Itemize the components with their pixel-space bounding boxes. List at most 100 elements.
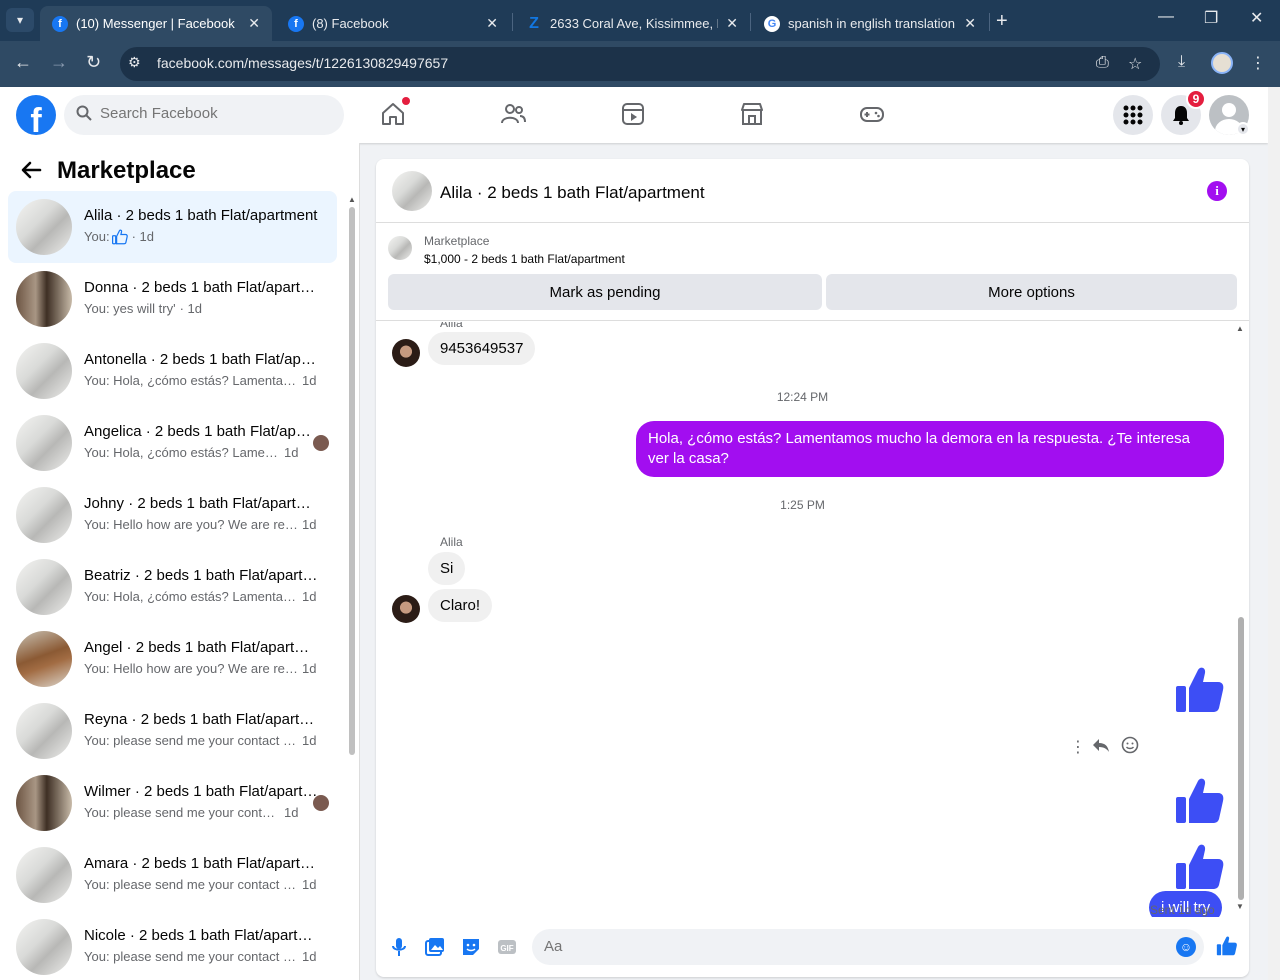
conversation-item[interactable]: Donna · 2 beds 1 bath Flat/apartment You:… bbox=[8, 263, 337, 335]
conversation-item[interactable]: Amara · 2 beds 1 bath Flat/apartment You:… bbox=[8, 839, 337, 911]
search-box[interactable] bbox=[64, 95, 344, 135]
snippet-text: You: yes will try' bbox=[84, 301, 176, 316]
listing-thumbnail bbox=[16, 919, 72, 975]
chevron-down-icon[interactable]: ▾ bbox=[1236, 122, 1250, 136]
listing-thumbnail bbox=[16, 487, 72, 543]
close-tab-icon[interactable]: ✕ bbox=[248, 15, 260, 32]
forward-icon[interactable]: → bbox=[50, 52, 68, 73]
conversation-name: Amara · 2 beds 1 bath Flat/apartment bbox=[84, 855, 319, 872]
message-input[interactable] bbox=[544, 938, 1144, 955]
thread-scrollbar[interactable]: ▲ ▼ bbox=[1234, 322, 1248, 917]
sidebar-scrollbar[interactable]: ▲ bbox=[347, 195, 357, 980]
chat-title[interactable]: Alila · 2 beds 1 bath Flat/apartment bbox=[440, 183, 705, 203]
sender-avatar[interactable] bbox=[392, 339, 420, 367]
thumbs-up-icon[interactable] bbox=[1174, 841, 1226, 893]
conversation-item[interactable]: Alila · 2 beds 1 bath Flat/apartment You:… bbox=[8, 191, 337, 263]
install-app-icon[interactable]: ⎙ bbox=[1096, 54, 1109, 72]
browser-menu-icon[interactable]: ⋮ bbox=[1250, 53, 1266, 73]
minimize-icon[interactable]: — bbox=[1158, 8, 1174, 26]
gif-icon[interactable]: GIF bbox=[497, 937, 517, 957]
conversation-item[interactable]: Angel · 2 beds 1 bath Flat/apartment You:… bbox=[8, 623, 337, 695]
close-tab-icon[interactable]: ✕ bbox=[486, 15, 498, 32]
browser-tab-zillow[interactable]: Z 2633 Coral Ave, Kissimmee, FL 3 ✕ bbox=[514, 6, 750, 41]
conversation-snippet: You: Hello how are you? We are really 1d bbox=[84, 517, 316, 532]
restore-icon[interactable]: ❐ bbox=[1204, 8, 1218, 28]
conversation-time: 1d bbox=[302, 661, 317, 676]
react-emoji-icon[interactable] bbox=[1121, 736, 1139, 759]
search-input[interactable] bbox=[100, 105, 330, 122]
reload-icon[interactable]: ↻ bbox=[86, 52, 101, 73]
thumbs-up-icon[interactable] bbox=[1174, 775, 1226, 827]
conversation-item[interactable]: Angelica · 2 beds 1 bath Flat/apartment Y… bbox=[8, 407, 337, 479]
listing-thumbnail bbox=[16, 703, 72, 759]
thumbs-up-icon[interactable] bbox=[1174, 664, 1226, 716]
svg-text:GIF: GIF bbox=[500, 944, 513, 953]
message-input-box[interactable]: ☺ bbox=[532, 929, 1204, 965]
mark-as-pending-button[interactable]: Mark as pending bbox=[388, 274, 822, 310]
downloads-icon[interactable]: ⤓ bbox=[1178, 53, 1185, 71]
chat-avatar[interactable] bbox=[392, 171, 432, 211]
conversation-name: Wilmer · 2 beds 1 bath Flat/apartment bbox=[84, 783, 319, 800]
listing-thumbnail[interactable] bbox=[388, 236, 412, 260]
more-actions-icon[interactable]: ⋮ bbox=[1070, 737, 1086, 757]
menu-grid-button[interactable] bbox=[1113, 95, 1153, 135]
listing-price[interactable]: $1,000 - 2 beds 1 bath Flat/apartment bbox=[424, 252, 625, 266]
conversation-snippet: You: Hola, ¿cómo estás? Lamentamos 1d bbox=[84, 445, 298, 460]
browser-tab-messenger[interactable]: f (10) Messenger | Facebook ✕ bbox=[40, 6, 272, 41]
bookmark-star-icon[interactable]: ☆ bbox=[1128, 54, 1142, 74]
conversation-item[interactable]: Johny · 2 beds 1 bath Flat/apartment You:… bbox=[8, 479, 337, 551]
more-options-button[interactable]: More options bbox=[826, 274, 1237, 310]
close-tab-icon[interactable]: ✕ bbox=[964, 15, 976, 32]
conversation-time: 1d bbox=[302, 949, 317, 964]
conversation-name: Angel · 2 beds 1 bath Flat/apartment bbox=[84, 639, 319, 656]
sender-avatar[interactable] bbox=[392, 595, 420, 623]
microphone-icon[interactable] bbox=[389, 937, 409, 957]
snippet-text: You: Hello how are you? We are really bbox=[84, 517, 298, 532]
new-tab-icon[interactable]: + bbox=[996, 10, 1008, 33]
close-window-icon[interactable]: ✕ bbox=[1250, 8, 1263, 28]
back-arrow-icon[interactable] bbox=[20, 159, 42, 188]
browser-toolbar: ← → ↻ ⚙ facebook.com/messages/t/12261308… bbox=[0, 41, 1280, 87]
conversation-name: Angelica · 2 beds 1 bath Flat/apartment bbox=[84, 423, 319, 440]
page-scrollbar[interactable] bbox=[1268, 87, 1280, 980]
tab-separator bbox=[989, 13, 990, 31]
message-incoming[interactable]: Si bbox=[428, 552, 466, 585]
browser-tab-facebook[interactable]: f (8) Facebook ✕ bbox=[276, 6, 510, 41]
reply-icon[interactable] bbox=[1092, 736, 1110, 759]
browser-tab-google[interactable]: G spanish in english translation - G ✕ bbox=[752, 6, 988, 41]
conversation-item[interactable]: Wilmer · 2 beds 1 bath Flat/apartment You… bbox=[8, 767, 337, 839]
photo-icon[interactable] bbox=[425, 937, 445, 957]
conversation-item[interactable]: Antonella · 2 beds 1 bath Flat/apartment… bbox=[8, 335, 337, 407]
address-bar[interactable]: ⚙ facebook.com/messages/t/12261308294976… bbox=[120, 47, 1160, 81]
listing-thumbnail bbox=[16, 343, 72, 399]
tab-separator bbox=[512, 13, 513, 31]
conversation-item[interactable]: Reyna · 2 beds 1 bath Flat/apartment You:… bbox=[8, 695, 337, 767]
message-outgoing[interactable]: Hola, ¿cómo estás? Lamentamos mucho la d… bbox=[636, 421, 1224, 477]
conversation-time: · 1d bbox=[131, 229, 154, 244]
emoji-icon[interactable]: ☺ bbox=[1176, 937, 1196, 957]
friends-icon[interactable] bbox=[500, 101, 528, 129]
url-text[interactable]: facebook.com/messages/t/1226130829497657 bbox=[157, 55, 448, 71]
snippet-text: You: Hola, ¿cómo estás? Lamentamos bbox=[84, 373, 298, 388]
browser-profile-avatar[interactable] bbox=[1211, 52, 1233, 74]
back-icon[interactable]: ← bbox=[14, 52, 32, 73]
facebook-logo-icon[interactable]: f bbox=[16, 95, 56, 135]
info-icon[interactable]: i bbox=[1207, 181, 1227, 201]
video-icon[interactable] bbox=[620, 101, 648, 129]
conversation-snippet: You: please send me your contact number 1… bbox=[84, 949, 316, 964]
tab-title: (8) Facebook bbox=[312, 16, 389, 31]
tab-separator bbox=[750, 13, 751, 31]
message-incoming[interactable]: 9453649537 bbox=[428, 332, 536, 365]
site-settings-icon[interactable]: ⚙ bbox=[128, 54, 141, 71]
send-like-icon[interactable] bbox=[1216, 935, 1238, 957]
gaming-icon[interactable] bbox=[859, 101, 887, 129]
tab-search-button[interactable]: ▾ bbox=[6, 8, 34, 32]
home-icon[interactable] bbox=[380, 97, 410, 129]
conversation-time: 1d bbox=[302, 373, 317, 388]
conversation-item[interactable]: Nicole · 2 beds 1 bath Flat/apartment You… bbox=[8, 911, 337, 980]
sticker-icon[interactable] bbox=[461, 937, 481, 957]
conversation-item[interactable]: Beatriz · 2 beds 1 bath Flat/apartment Yo… bbox=[8, 551, 337, 623]
marketplace-icon[interactable] bbox=[739, 101, 767, 129]
message-incoming[interactable]: Claro! bbox=[428, 589, 493, 622]
close-tab-icon[interactable]: ✕ bbox=[726, 15, 738, 32]
